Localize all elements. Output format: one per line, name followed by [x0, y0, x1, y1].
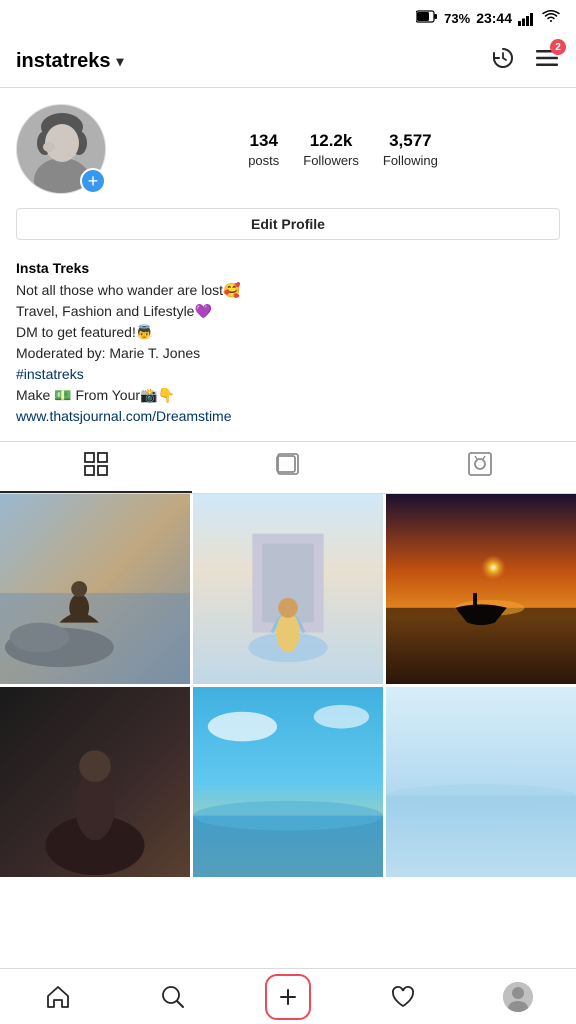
add-post-icon — [265, 974, 311, 1020]
battery-icon — [416, 10, 438, 26]
grid-item-1[interactable] — [0, 494, 190, 684]
signal-icon — [518, 10, 536, 25]
stat-following[interactable]: 3,577 Following — [383, 131, 438, 168]
tab-row — [0, 442, 576, 494]
bio-text: Not all those who wander are lost🥰 Trave… — [16, 280, 560, 427]
grid-item-4[interactable] — [0, 687, 190, 877]
tagged-icon — [467, 451, 493, 483]
bio-name: Insta Treks — [16, 260, 560, 276]
username-area[interactable]: instatreks ▾ — [16, 50, 124, 73]
photo-grid — [0, 494, 576, 877]
video-icon — [275, 451, 301, 483]
stats-row: 134 posts 12.2k Followers 3,577 Followin… — [126, 131, 560, 168]
status-bar: 73% 23:44 — [0, 0, 576, 36]
tab-video[interactable] — [192, 442, 384, 493]
search-button[interactable] — [115, 969, 230, 1024]
bio-link[interactable]: www.thatsjournal.com/Dreamstime — [16, 408, 232, 424]
status-icons: 73% 23:44 — [416, 10, 560, 26]
tab-tagged[interactable] — [384, 442, 576, 493]
tab-grid[interactable] — [0, 442, 192, 493]
avatar-wrap[interactable]: + — [16, 104, 106, 194]
menu-button[interactable]: 2 — [534, 45, 560, 78]
bio-hashtag[interactable]: #instatreks — [16, 364, 560, 385]
bio-line-1: Not all those who wander are lost🥰 — [16, 280, 560, 301]
posts-count: 134 — [250, 131, 278, 151]
top-nav: instatreks ▾ 2 — [0, 36, 576, 88]
bio-line-4: Moderated by: Marie T. Jones — [16, 343, 560, 364]
wifi-icon — [542, 10, 560, 26]
home-button[interactable] — [0, 969, 115, 1024]
grid-item-5[interactable] — [193, 687, 383, 877]
add-post-button[interactable] — [230, 969, 345, 1024]
bio-promo: Make 💵 From Your📸👇 — [16, 385, 560, 406]
grid-item-6[interactable] — [386, 687, 576, 877]
top-nav-icons: 2 — [490, 45, 560, 78]
bio-section: Insta Treks Not all those who wander are… — [0, 252, 576, 441]
stat-followers[interactable]: 12.2k Followers — [303, 131, 359, 168]
following-count: 3,577 — [389, 131, 432, 151]
history-button[interactable] — [490, 45, 516, 78]
time-display: 23:44 — [476, 10, 512, 26]
notification-badge: 2 — [550, 39, 566, 55]
profile-header: + 134 posts 12.2k Followers 3,577 Follow… — [0, 88, 576, 252]
grid-item-2[interactable] — [193, 494, 383, 684]
bottom-nav — [0, 968, 576, 1024]
followers-label: Followers — [303, 153, 359, 168]
edit-profile-button[interactable]: Edit Profile — [16, 208, 560, 240]
profile-top: + 134 posts 12.2k Followers 3,577 Follow… — [16, 104, 560, 194]
profile-thumb-icon — [503, 982, 533, 1012]
activity-button[interactable] — [346, 969, 461, 1024]
grid-icon — [83, 451, 109, 483]
bio-line-2: Travel, Fashion and Lifestyle💜 — [16, 301, 560, 322]
profile-button[interactable] — [461, 969, 576, 1024]
dropdown-icon[interactable]: ▾ — [117, 53, 124, 70]
username-label: instatreks — [16, 50, 111, 73]
add-photo-button[interactable]: + — [80, 168, 106, 194]
grid-item-3[interactable] — [386, 494, 576, 684]
posts-label: posts — [248, 153, 279, 168]
bio-line-3: DM to get featured!👼 — [16, 322, 560, 343]
stat-posts[interactable]: 134 posts — [248, 131, 279, 168]
battery-percent: 73% — [444, 11, 470, 26]
following-label: Following — [383, 153, 438, 168]
followers-count: 12.2k — [310, 131, 353, 151]
